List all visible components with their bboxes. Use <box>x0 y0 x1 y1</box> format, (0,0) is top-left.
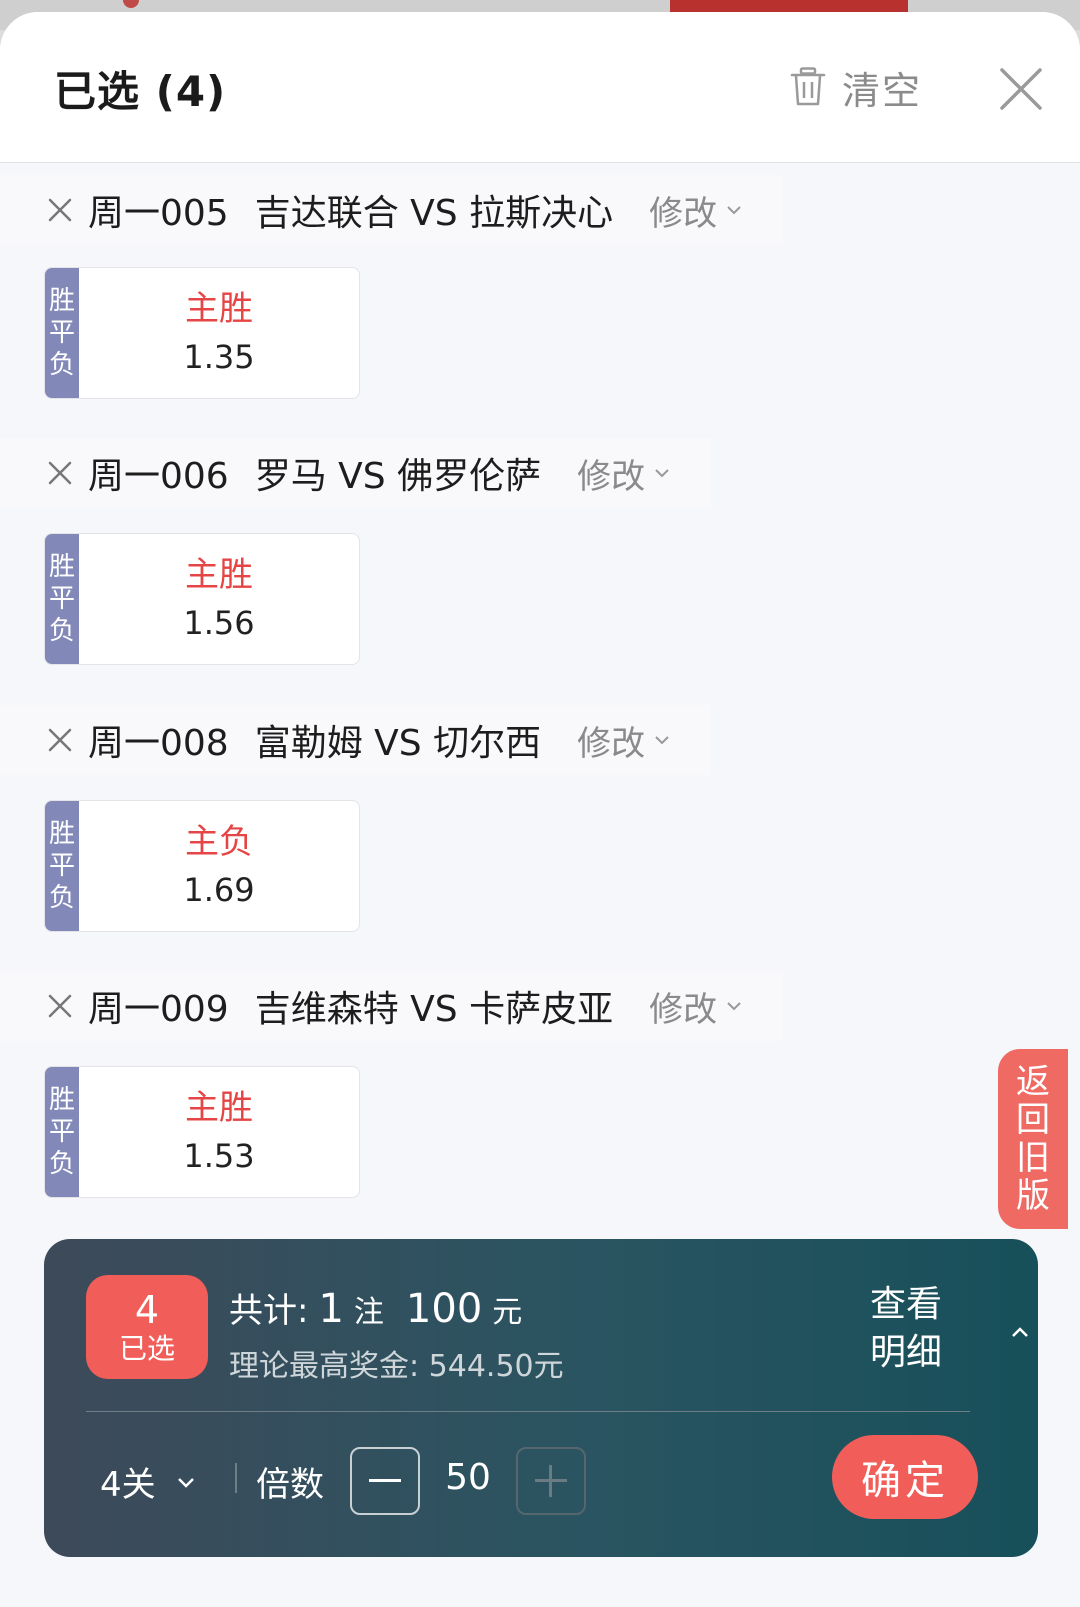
pick-card[interactable]: 胜 平 负 主负 1.69 <box>44 800 360 932</box>
remove-match-icon[interactable] <box>46 726 74 754</box>
modify-button[interactable]: 修改 <box>649 982 743 1031</box>
sheet-header: 已选 (4) 清空 <box>0 12 1080 163</box>
market-label: 胜 平 负 <box>45 534 79 664</box>
modify-button[interactable]: 修改 <box>577 716 671 765</box>
clear-button[interactable]: 清空 <box>790 62 923 113</box>
modify-label: 修改 <box>649 989 718 1030</box>
match-name: 罗马 VS 佛罗伦萨 <box>254 456 542 497</box>
pick-result: 主胜 <box>185 555 253 595</box>
plus-icon <box>549 1465 552 1497</box>
pick-result: 主负 <box>185 822 253 862</box>
chevron-down-icon <box>727 1002 741 1011</box>
trash-icon <box>790 67 826 106</box>
market-char: 负 <box>48 616 75 646</box>
bet-unit: 注 <box>353 1295 384 1330</box>
pass-type-select[interactable]: 4关 <box>100 1457 196 1506</box>
detail-label-line1: 查看 <box>870 1284 943 1325</box>
confirm-button[interactable]: 确定 <box>832 1435 978 1519</box>
chevron-down-icon <box>177 1477 194 1488</box>
multiplier-value[interactable]: 50 <box>438 1457 498 1498</box>
modify-button[interactable]: 修改 <box>649 186 743 235</box>
selected-count-badge: 4 已选 <box>86 1275 208 1379</box>
tab-char: 旧 <box>1016 1138 1050 1178</box>
match-name: 富勒姆 VS 切尔西 <box>254 723 542 764</box>
total-prefix: 共计: <box>229 1291 309 1331</box>
market-char: 胜 <box>48 286 75 316</box>
match-name: 吉维森特 VS 卡萨皮亚 <box>254 989 614 1030</box>
pick-card[interactable]: 胜 平 负 主胜 1.53 <box>44 1066 360 1198</box>
pick-odds: 1.35 <box>183 338 255 376</box>
match-header: 周一005 吉达联合 VS 拉斯决心 修改 <box>0 175 784 245</box>
pick-odds: 1.69 <box>183 871 255 909</box>
match-code: 周一008 <box>88 723 229 764</box>
market-char: 负 <box>48 883 75 913</box>
chevron-down-icon <box>727 206 741 215</box>
modify-label: 修改 <box>649 193 718 234</box>
selected-count: 4 <box>134 1288 160 1332</box>
minus-icon <box>369 1479 401 1482</box>
market-label: 胜 平 负 <box>45 801 79 931</box>
match-name: 吉达联合 VS 拉斯决心 <box>254 193 614 234</box>
pick-result: 主胜 <box>185 1088 253 1128</box>
decrease-multiplier-button[interactable] <box>350 1447 420 1515</box>
pass-type-value: 4关 <box>100 1465 156 1505</box>
background-decoration <box>670 0 908 12</box>
match-code: 周一006 <box>88 456 229 497</box>
market-char: 负 <box>48 350 75 380</box>
bet-count: 1 <box>318 1286 344 1332</box>
detail-label-line2: 明细 <box>870 1332 943 1373</box>
modify-label: 修改 <box>577 456 646 497</box>
market-label: 胜 平 负 <box>45 1067 79 1197</box>
view-details-button[interactable]: 查看 明细 <box>870 1281 990 1377</box>
sheet-title: 已选 (4) <box>54 67 227 116</box>
market-char: 平 <box>48 1117 75 1147</box>
market-label: 胜 平 负 <box>45 268 79 398</box>
selected-label: 已选 <box>118 1332 175 1365</box>
chevron-down-icon <box>655 736 669 745</box>
amount-unit: 元 <box>492 1295 523 1330</box>
market-char: 胜 <box>48 819 75 849</box>
bet-summary-bar: 4 已选 共计: 1 注 100 元 理论最高奖金: 544.50元 查看 明细… <box>44 1239 1038 1557</box>
market-char: 平 <box>48 318 75 348</box>
market-char: 平 <box>48 584 75 614</box>
pick-result: 主胜 <box>185 289 253 329</box>
match-header: 周一008 富勒姆 VS 切尔西 修改 <box>0 705 712 775</box>
total-line: 共计: 1 注 100 元 <box>229 1283 522 1332</box>
chevron-up-icon[interactable] <box>1010 1325 1030 1339</box>
remove-match-icon[interactable] <box>46 992 74 1020</box>
pick-odds: 1.56 <box>183 604 255 642</box>
market-char: 胜 <box>48 552 75 582</box>
max-prize: 理论最高奖金: 544.50元 <box>229 1349 564 1384</box>
pick-card[interactable]: 胜 平 负 主胜 1.56 <box>44 533 360 665</box>
divider <box>86 1411 970 1412</box>
close-icon[interactable] <box>998 66 1044 112</box>
market-char: 负 <box>48 1149 75 1179</box>
selection-sheet: 已选 (4) 清空 周一005 吉达联合 VS 拉斯决心 修改 胜 平 负 主胜… <box>0 12 1080 1607</box>
tab-char: 版 <box>1016 1176 1050 1216</box>
pick-odds: 1.53 <box>183 1137 255 1175</box>
match-code: 周一005 <box>88 193 229 234</box>
increase-multiplier-button[interactable] <box>516 1447 586 1515</box>
match-header: 周一009 吉维森特 VS 卡萨皮亚 修改 <box>0 971 784 1041</box>
separator <box>235 1463 237 1493</box>
clear-label: 清空 <box>842 68 923 113</box>
remove-match-icon[interactable] <box>46 459 74 487</box>
match-code: 周一009 <box>88 989 229 1030</box>
back-to-old-version-tab[interactable]: 返 回 旧 版 <box>998 1049 1068 1229</box>
match-header: 周一006 罗马 VS 佛罗伦萨 修改 <box>0 438 712 508</box>
modify-label: 修改 <box>577 723 646 764</box>
multiplier-label: 倍数 <box>256 1465 324 1505</box>
remove-match-icon[interactable] <box>46 196 74 224</box>
modify-button[interactable]: 修改 <box>577 449 671 498</box>
bet-amount: 100 <box>405 1286 483 1332</box>
tab-char: 返 <box>1016 1062 1050 1102</box>
background-decoration <box>123 0 139 8</box>
market-char: 胜 <box>48 1085 75 1115</box>
market-char: 平 <box>48 851 75 881</box>
pick-card[interactable]: 胜 平 负 主胜 1.35 <box>44 267 360 399</box>
chevron-down-icon <box>655 469 669 478</box>
tab-char: 回 <box>1016 1100 1050 1140</box>
